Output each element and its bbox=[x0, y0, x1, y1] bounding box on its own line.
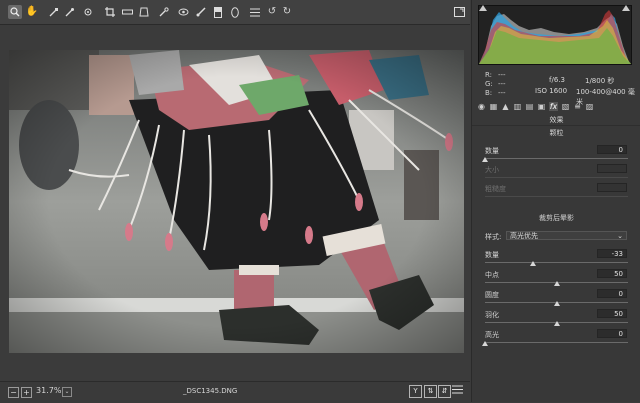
zoom-out-button[interactable]: − bbox=[8, 387, 19, 398]
vignette-amount-slider[interactable] bbox=[485, 262, 628, 263]
grain-roughness-label: 粗糙度 bbox=[485, 185, 506, 193]
grain-title: 颗粒 bbox=[549, 129, 564, 137]
vignette-roundness-value[interactable]: 0 bbox=[597, 289, 627, 298]
hand-icon[interactable]: ✋ bbox=[25, 5, 39, 19]
tab-basic-icon[interactable]: ◉ bbox=[477, 102, 486, 111]
target-adjust-icon[interactable] bbox=[81, 5, 95, 19]
grain-amount-label: 数量 bbox=[485, 147, 499, 155]
vignette-style-label: 样式: bbox=[485, 233, 502, 241]
graduated-filter-icon[interactable] bbox=[211, 5, 225, 19]
vignette-midpoint-thumb[interactable] bbox=[553, 281, 560, 286]
panel-tabs: ◉ ▦ ▲ ▥ ▤ ▣ fx ▧ ≡ ▨ bbox=[472, 100, 640, 114]
iso: ISO 1600 bbox=[535, 87, 568, 95]
vignette-style-value: 高光优先 bbox=[510, 232, 538, 240]
zoom-level: 31.7% bbox=[36, 386, 62, 395]
preferences-icon[interactable] bbox=[452, 385, 463, 396]
vignette-title: 裁剪后晕影 bbox=[539, 214, 574, 222]
list-icon[interactable] bbox=[248, 5, 262, 19]
zoom-icon[interactable] bbox=[8, 5, 22, 19]
tab-detail-icon[interactable]: ▲ bbox=[501, 102, 510, 111]
radial-filter-icon[interactable] bbox=[228, 5, 242, 19]
file-name: _DSC1345.DNG bbox=[183, 387, 238, 395]
vignette-midpoint-label: 中点 bbox=[485, 271, 499, 279]
transform-icon[interactable] bbox=[137, 5, 151, 19]
photo-preview[interactable] bbox=[9, 50, 464, 353]
zoom-in-button[interactable]: + bbox=[21, 387, 32, 398]
copy-settings-icon[interactable]: ⇵ bbox=[438, 385, 451, 398]
grain-roughness-slider bbox=[485, 196, 628, 197]
crop-icon[interactable] bbox=[103, 5, 117, 19]
vignette-feather-label: 羽化 bbox=[485, 311, 499, 319]
tab-effects-icon[interactable]: fx bbox=[549, 102, 558, 111]
vignette-feather-value[interactable]: 50 bbox=[597, 309, 627, 318]
toolbar: ✋ ↺ ↻ bbox=[0, 0, 470, 25]
r-label: R: bbox=[485, 71, 493, 79]
tab-presets-icon[interactable]: ≡ bbox=[573, 102, 582, 111]
grain-amount-thumb[interactable] bbox=[482, 157, 488, 162]
status-bar: − + 31.7% ⌄ _DSC1345.DNG Y ⇅ ⇵ bbox=[0, 381, 470, 403]
vignette-amount-label: 数量 bbox=[485, 251, 499, 259]
grain-size-slider bbox=[485, 177, 628, 178]
vignette-style-select[interactable]: 高光优先 ⌄ bbox=[506, 231, 627, 240]
vignette-highlights-slider[interactable] bbox=[485, 342, 628, 343]
red-eye-icon[interactable] bbox=[176, 5, 190, 19]
color-sampler-icon[interactable] bbox=[63, 5, 77, 19]
shutter-speed: 1/800 秒 bbox=[585, 77, 615, 85]
vignette-amount-value[interactable]: -33 bbox=[597, 249, 627, 258]
spot-removal-icon[interactable] bbox=[157, 5, 171, 19]
chevron-down-icon: ⌄ bbox=[617, 232, 623, 240]
g-label: G: bbox=[485, 80, 493, 88]
highlight-clipping-icon[interactable] bbox=[622, 5, 630, 11]
tab-calibration-icon[interactable]: ▧ bbox=[561, 102, 570, 111]
section-title: 效果 bbox=[472, 115, 640, 126]
aperture: f/6.3 bbox=[549, 76, 565, 84]
vignette-roundness-label: 圆度 bbox=[485, 291, 499, 299]
histogram bbox=[478, 5, 632, 65]
grain-amount-slider[interactable] bbox=[485, 158, 628, 159]
vignette-highlights-value[interactable]: 0 bbox=[597, 329, 627, 338]
tab-split-toning-icon[interactable]: ▤ bbox=[525, 102, 534, 111]
adjustment-brush-icon[interactable] bbox=[194, 5, 208, 19]
tab-tone-curve-icon[interactable]: ▦ bbox=[489, 102, 498, 111]
info-area: R: --- G: --- B: --- f/6.3 1/800 秒 ISO 1… bbox=[472, 64, 640, 106]
tab-lens-icon[interactable]: ▣ bbox=[537, 102, 546, 111]
right-panel: R: --- G: --- B: --- f/6.3 1/800 秒 ISO 1… bbox=[471, 0, 640, 402]
vignette-midpoint-value[interactable]: 50 bbox=[597, 269, 627, 278]
shadow-clipping-icon[interactable] bbox=[479, 5, 487, 11]
rotate-ccw-icon[interactable]: ↺ bbox=[265, 5, 279, 19]
grain-amount-value[interactable]: 0 bbox=[597, 145, 627, 154]
straighten-icon[interactable] bbox=[120, 5, 134, 19]
vignette-feather-thumb[interactable] bbox=[553, 321, 560, 326]
swap-icon[interactable]: ⇅ bbox=[424, 385, 437, 398]
b-value: --- bbox=[498, 89, 506, 97]
tab-snapshots-icon[interactable]: ▨ bbox=[585, 102, 594, 111]
white-balance-icon[interactable] bbox=[47, 5, 61, 19]
tab-hsl-icon[interactable]: ▥ bbox=[513, 102, 522, 111]
rotate-cw-icon[interactable]: ↻ bbox=[280, 5, 294, 19]
grain-roughness-value bbox=[597, 183, 627, 192]
g-value: --- bbox=[498, 80, 506, 88]
y-compare-icon[interactable]: Y bbox=[409, 385, 422, 398]
grain-size-value bbox=[597, 164, 627, 173]
grain-size-label: 大小 bbox=[485, 166, 499, 174]
r-value: --- bbox=[498, 71, 506, 79]
vignette-roundness-thumb[interactable] bbox=[553, 301, 560, 306]
vignette-highlights-thumb[interactable] bbox=[482, 341, 488, 346]
fullscreen-icon[interactable] bbox=[452, 5, 466, 19]
vignette-highlights-label: 高光 bbox=[485, 331, 499, 339]
zoom-dropdown-icon[interactable]: ⌄ bbox=[62, 387, 72, 397]
vignette-amount-thumb[interactable] bbox=[529, 261, 536, 266]
b-label: B: bbox=[485, 89, 493, 97]
